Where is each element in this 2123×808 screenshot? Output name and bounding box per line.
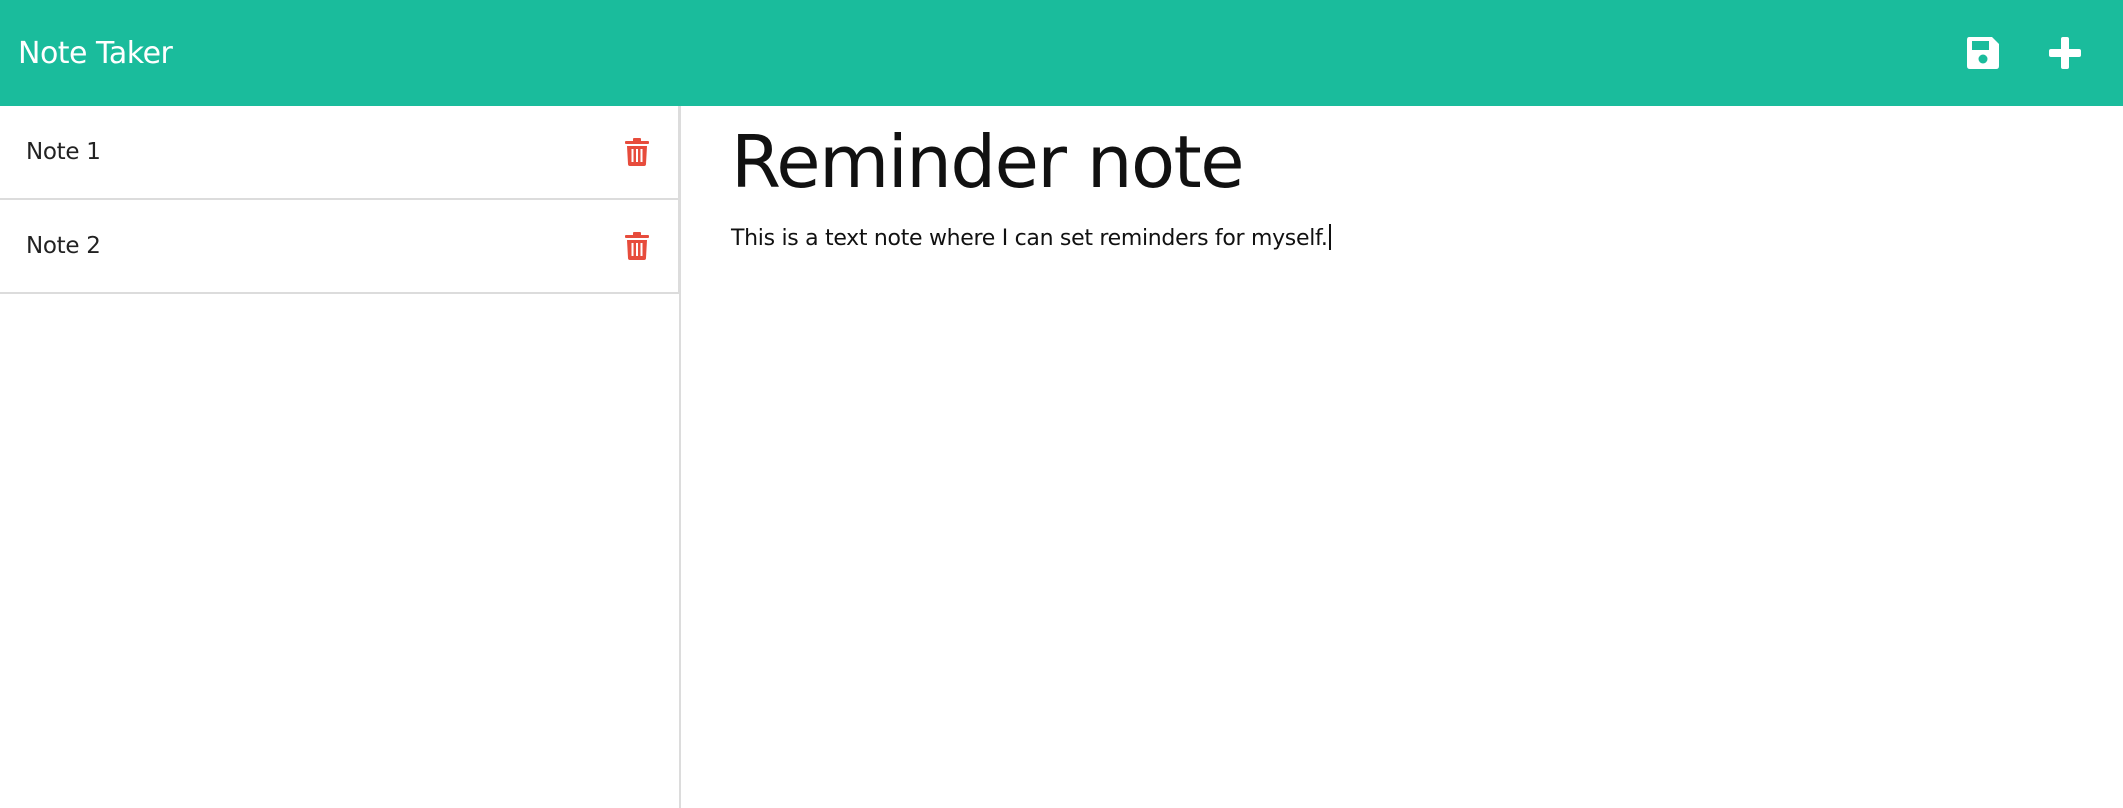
note-list-item[interactable]: Note 1 (0, 106, 679, 200)
brand-title[interactable]: Note Taker (18, 36, 173, 71)
nav-actions (1921, 33, 2085, 73)
note-list-item-title[interactable]: Note 2 (26, 233, 101, 259)
new-note-button[interactable] (2045, 33, 2085, 73)
note-list: Note 1 Note 2 (0, 106, 679, 294)
notes-sidebar: Note 1 Note 2 (0, 106, 681, 808)
note-list-item-title[interactable]: Note 1 (26, 139, 101, 165)
note-editor: Reminder note This is a text note where … (683, 106, 2123, 808)
delete-note-button[interactable] (625, 231, 649, 261)
text-cursor (1328, 224, 1331, 250)
note-list-item[interactable]: Note 2 (0, 200, 679, 294)
plus-icon (2049, 37, 2081, 69)
note-text-content: This is a text note where I can set remi… (731, 226, 1328, 251)
delete-note-button[interactable] (625, 137, 649, 167)
note-text-area[interactable]: This is a text note where I can set remi… (731, 224, 1331, 251)
floppy-disk-icon (1967, 37, 1999, 69)
note-title-input[interactable]: Reminder note (731, 120, 2031, 220)
trash-icon (625, 232, 649, 260)
trash-icon (625, 138, 649, 166)
save-note-button[interactable] (1963, 33, 2003, 73)
navbar: Note Taker (0, 0, 2123, 106)
